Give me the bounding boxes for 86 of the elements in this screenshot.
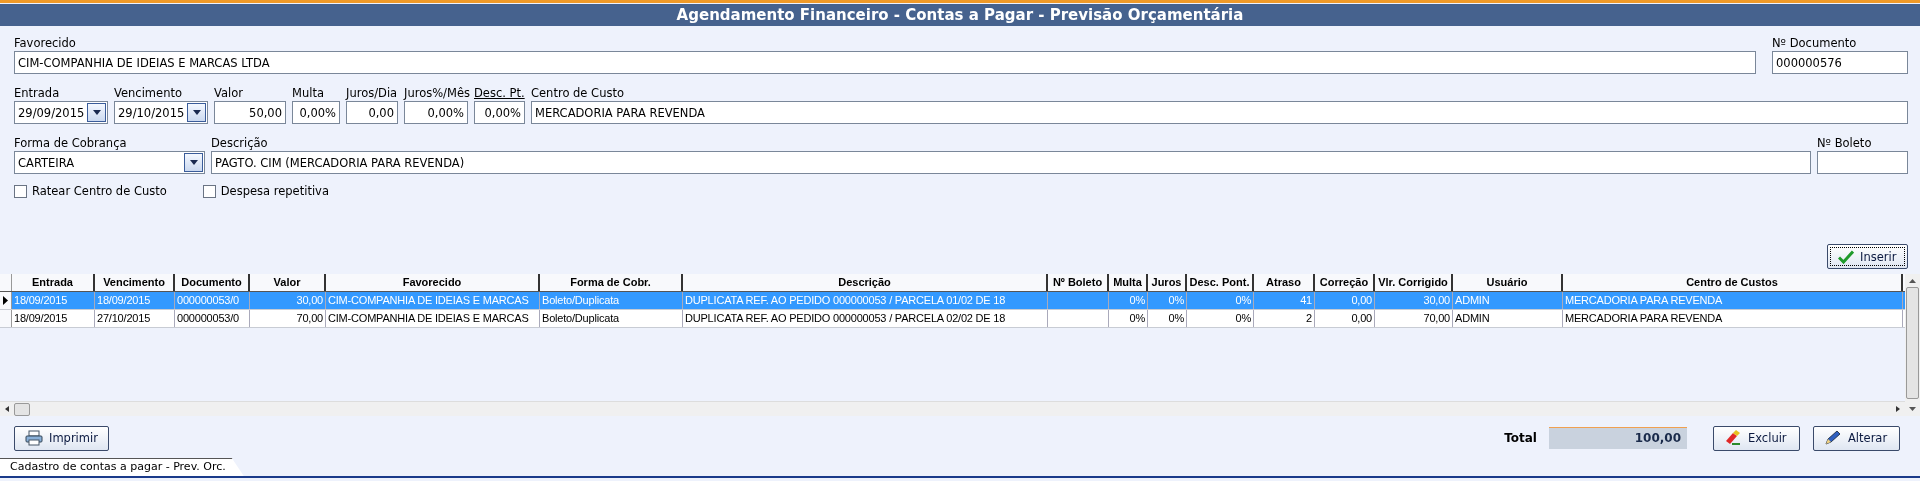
table-cell: 0% bbox=[1109, 310, 1148, 327]
dropdown-button[interactable] bbox=[184, 153, 203, 172]
table-cell: 000000053/0 bbox=[175, 310, 250, 327]
field-label: Juros%/Mês bbox=[404, 86, 468, 101]
fine-field[interactable]: 0,00% bbox=[292, 101, 340, 124]
status-tab[interactable]: Cadastro de contas a pagar - Prev. Orc. bbox=[0, 458, 244, 476]
table-cell: 70,00 bbox=[250, 310, 326, 327]
scroll-right-arrow-icon[interactable] bbox=[1895, 406, 1901, 412]
field-label: Multa bbox=[292, 86, 325, 101]
field-label: Favorecido bbox=[14, 36, 77, 51]
scroll-left-arrow-icon[interactable] bbox=[4, 406, 10, 412]
pen-icon bbox=[1824, 430, 1842, 446]
caret-icon bbox=[189, 160, 198, 165]
eraser-icon bbox=[1724, 430, 1742, 446]
dropdown-button[interactable] bbox=[87, 103, 106, 122]
bank-slip-number-field[interactable] bbox=[1817, 151, 1908, 174]
field-label: Descrição bbox=[211, 136, 269, 151]
table-cell: 18/09/2015 bbox=[95, 292, 175, 309]
discount-field[interactable]: 0,00% bbox=[474, 101, 525, 124]
table-cell: 30,00 bbox=[250, 292, 326, 309]
table-cell: 0,00 bbox=[1315, 310, 1375, 327]
field-label: Entrada bbox=[14, 86, 61, 101]
field-label: Nº Boleto bbox=[1817, 136, 1873, 151]
amount-field[interactable]: 50,00 bbox=[214, 101, 286, 124]
payee-field[interactable]: CIM-COMPANHIA DE IDEIAS E MARCAS LTDA bbox=[14, 51, 1756, 74]
table-cell: MERCADORIA PARA REVENDA bbox=[1563, 310, 1903, 327]
field-label: Centro de Custo bbox=[531, 86, 625, 101]
vertical-scrollbar[interactable] bbox=[1905, 274, 1920, 416]
table-cell: 0% bbox=[1148, 292, 1187, 309]
table-cell: DUPLICATA REF. AO PEDIDO 000000053 / PARCELA 01/02 DE 18 bbox=[683, 292, 1048, 309]
table-cell: 41 bbox=[1254, 292, 1315, 309]
scroll-up-arrow-icon[interactable] bbox=[1909, 278, 1916, 283]
horizontal-scrollbar[interactable] bbox=[0, 401, 1905, 416]
field-label: Juros/Dia bbox=[346, 86, 398, 101]
description-field[interactable]: PAGTO. CIM (MERCADORIA PARA REVENDA) bbox=[211, 151, 1811, 174]
table-cell: 18/09/2015 bbox=[12, 310, 95, 327]
print-button[interactable]: Imprimir bbox=[14, 425, 109, 451]
checkbox-label: Despesa repetitiva bbox=[220, 184, 329, 198]
printer-icon bbox=[25, 430, 43, 446]
scroll-thumb[interactable] bbox=[1906, 287, 1919, 399]
total-field: 100,00 bbox=[1549, 427, 1687, 449]
insert-button[interactable]: Inserir bbox=[1827, 244, 1908, 269]
field-label: Desc. Pt. bbox=[474, 86, 525, 101]
checkbox[interactable] bbox=[202, 184, 216, 198]
table-cell: 0% bbox=[1187, 310, 1254, 327]
checkbox-label: Ratear Centro de Custo bbox=[32, 184, 167, 198]
table-cell: 27/10/2015 bbox=[95, 310, 175, 327]
caret-icon bbox=[192, 110, 201, 115]
table-cell: Boleto/Duplicata bbox=[540, 310, 683, 327]
payment-method-select[interactable]: CARTEIRA bbox=[14, 151, 205, 174]
field-label: Forma de Cobrança bbox=[14, 136, 128, 151]
table-row[interactable]: 18/09/2015 27/10/2015 000000053/0 70,00 CIM-COMPANHIA DE IDEIAS E MARCAS Boleto/Duplicata DUPLICATA REF. AO PEDIDO 000000053 / PARCELA 02/02 DE 18 0% 0% 0% 2 0,00 70,00 ADMIN MERCADORIA PARA REVENDA bbox=[0, 310, 1905, 328]
total-label: Total bbox=[1504, 431, 1537, 445]
check-icon bbox=[1838, 249, 1854, 264]
field-label: Vencimento bbox=[114, 86, 183, 101]
table-cell: 30,00 bbox=[1375, 292, 1453, 309]
scroll-down-arrow-icon[interactable] bbox=[1909, 407, 1916, 412]
table-cell: ADMIN bbox=[1453, 310, 1563, 327]
cost-center-field[interactable]: MERCADORIA PARA REVENDA bbox=[531, 101, 1908, 124]
table-cell: Boleto/Duplicata bbox=[540, 292, 683, 309]
window-title: Agendamento Financeiro - Contas a Pagar - Previsão Orçamentária bbox=[676, 6, 1244, 24]
daily-interest-field[interactable]: 0,00 bbox=[346, 101, 398, 124]
table-cell: ADMIN bbox=[1453, 292, 1563, 309]
scroll-thumb[interactable] bbox=[14, 402, 30, 416]
dropdown-button[interactable] bbox=[187, 103, 206, 122]
row-pointer-icon bbox=[3, 296, 8, 305]
delete-button[interactable]: Excluir bbox=[1713, 425, 1800, 451]
table-cell: CIM-COMPANHIA DE IDEIAS E MARCAS bbox=[326, 292, 540, 309]
table-cell: 2 bbox=[1254, 310, 1315, 327]
field-label: Valor bbox=[214, 86, 244, 101]
document-number-field[interactable]: 000000576 bbox=[1772, 51, 1908, 74]
table-cell: 000000053/0 bbox=[175, 292, 250, 309]
table-cell: 0% bbox=[1148, 310, 1187, 327]
table-cell: 0% bbox=[1187, 292, 1254, 309]
table-cell: MERCADORIA PARA REVENDA bbox=[1563, 292, 1903, 309]
edit-button[interactable]: Alterar bbox=[1813, 425, 1900, 451]
caret-icon bbox=[92, 110, 101, 115]
table-cell: 0,00 bbox=[1315, 292, 1375, 309]
field-label: Nº Documento bbox=[1772, 36, 1858, 51]
monthly-interest-field[interactable]: 0,00% bbox=[404, 101, 468, 124]
table-cell: CIM-COMPANHIA DE IDEIAS E MARCAS bbox=[326, 310, 540, 327]
table-cell: 70,00 bbox=[1375, 310, 1453, 327]
table-cell: 0% bbox=[1109, 292, 1148, 309]
table-cell: DUPLICATA REF. AO PEDIDO 000000053 / PARCELA 02/02 DE 18 bbox=[683, 310, 1048, 327]
checkbox[interactable] bbox=[14, 184, 27, 198]
table-cell: 18/09/2015 bbox=[12, 292, 95, 309]
